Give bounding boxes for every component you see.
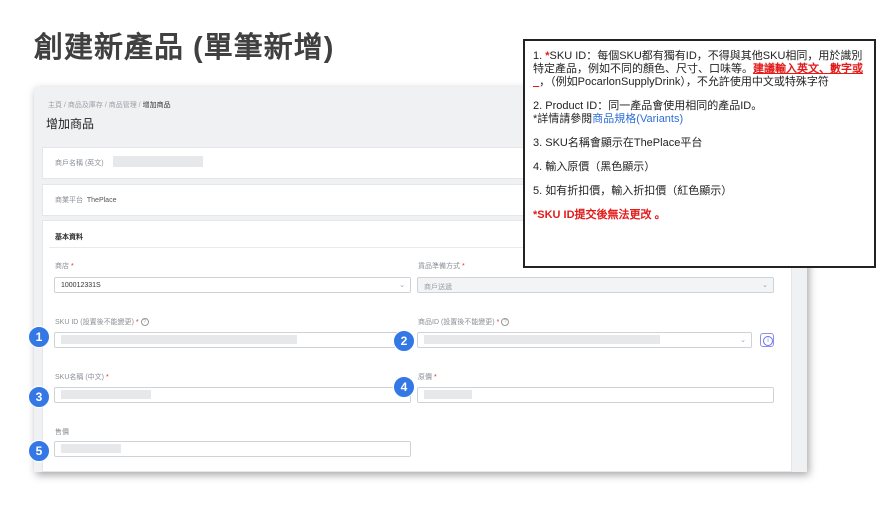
marker-1: 1 (28, 326, 50, 348)
sku-name-value-redacted (61, 390, 151, 399)
breadcrumb-inventory[interactable]: 商品及庫存 (68, 102, 103, 109)
note-2: 2. Product ID：同一產品會使用相同的產品ID。 *詳情請參閱商品規格… (533, 100, 763, 125)
shop-label: 商店 * (55, 263, 74, 270)
note-1: 1. *SKU ID：每個SKU都有獨有ID，不得與其他SKU相同，用於識別特定… (533, 50, 863, 88)
marker-5: 5 (28, 440, 50, 462)
basic-section-title: 基本資料 (55, 234, 83, 241)
sale-price-label: 售價 (55, 429, 69, 436)
sale-price-value-redacted (61, 444, 121, 453)
goods-prep-select[interactable]: 商戶送遞 ⌄ (417, 277, 774, 293)
sale-price-input[interactable] (54, 441, 411, 457)
marker-3: 3 (28, 386, 50, 408)
product-id-select[interactable]: ⌄ (417, 332, 752, 348)
variants-link[interactable]: 商品規格(Variants) (592, 113, 683, 125)
marker-2: 2 (393, 330, 415, 352)
note-5: 5. 如有折扣價，輸入折扣價（紅色顯示） (533, 185, 733, 197)
breadcrumb-home[interactable]: 主頁 (48, 102, 62, 109)
info-icon: i (763, 336, 773, 346)
shop-value: 100012331S (61, 282, 101, 289)
merchant-value-redacted (113, 156, 203, 167)
sku-id-value-redacted (61, 335, 297, 344)
chevron-down-icon: ⌄ (762, 282, 768, 289)
sku-id-label: SKU ID (設置後不能變更) * ? (55, 317, 149, 327)
breadcrumb-products[interactable]: 商品管理 (109, 102, 137, 109)
marker-4: 4 (393, 376, 415, 398)
goods-prep-value: 商戶送遞 (424, 284, 452, 291)
platform-value: ThePlace (86, 197, 117, 204)
original-price-label: 原價 * (418, 374, 437, 381)
chevron-down-icon: ⌄ (399, 282, 405, 289)
page-title: 創建新產品 (單筆新增) (34, 32, 335, 64)
sku-id-input[interactable] (54, 332, 411, 348)
breadcrumb: 主頁 / 商品及庫存 / 商品管理 / 增加商品 (48, 102, 171, 109)
chevron-down-icon: ⌄ (740, 337, 746, 344)
goods-prep-label: 貨品準備方式 * (418, 263, 465, 270)
shop-select[interactable]: 100012331S ⌄ (54, 277, 411, 293)
original-price-input[interactable] (417, 387, 774, 403)
form-title: 增加商品 (46, 117, 95, 131)
merchant-label: 商戶名稱 (英文) (55, 160, 104, 167)
note-3: 3. SKU名稱會顯示在ThePlace平台 (533, 137, 703, 149)
instruction-note: 1. *SKU ID：每個SKU都有獨有ID，不得與其他SKU相同，用於識別特定… (523, 39, 876, 268)
help-icon: ? (501, 318, 510, 327)
sku-name-input[interactable] (54, 387, 411, 403)
help-icon: ? (140, 318, 149, 327)
note-4: 4. 輸入原價（黑色顯示） (533, 161, 656, 173)
warning-note: *SKU ID提交後無法更改 。 (533, 209, 666, 221)
product-id-info-button[interactable]: i (760, 333, 774, 347)
product-id-label: 商品ID (設置後不能變更) * ? (418, 317, 510, 327)
original-price-value-redacted (424, 390, 472, 399)
sku-name-label: SKU名稱 (中文) * (55, 374, 109, 381)
product-id-value-redacted (424, 335, 660, 344)
platform-label: 商業平台 ThePlace (55, 197, 117, 204)
breadcrumb-current: 增加商品 (142, 102, 171, 109)
